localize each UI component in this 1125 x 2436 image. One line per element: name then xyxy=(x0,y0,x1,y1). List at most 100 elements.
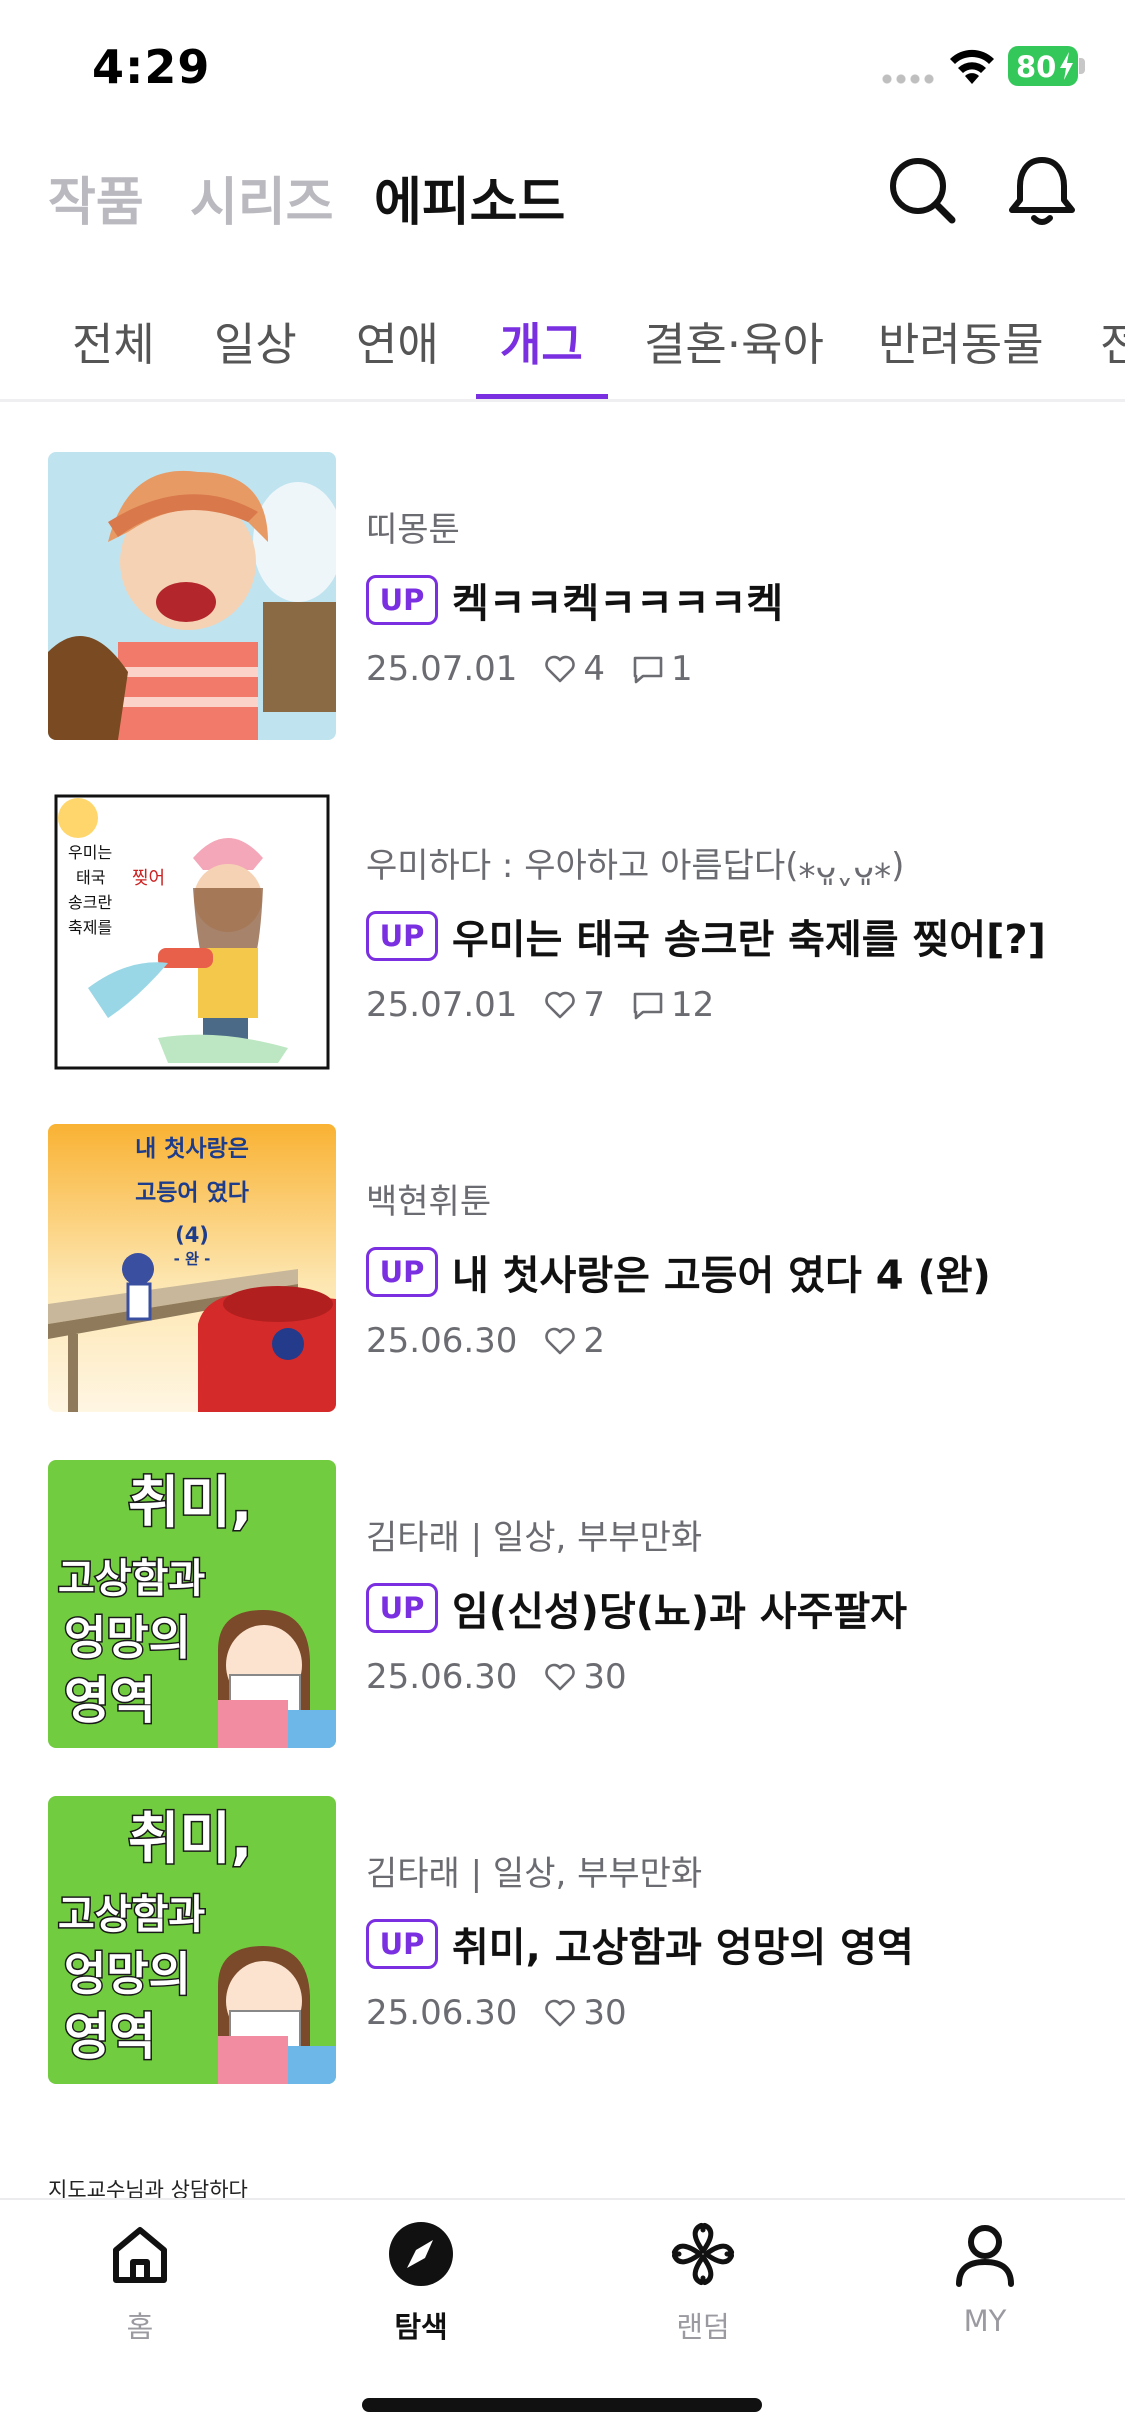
episode-thumbnail[interactable]: 내 첫사랑은 고등어 였다 (4) - 완 - xyxy=(48,1124,336,1412)
status-bar: 4:29 80 xyxy=(0,0,1125,140)
tab-label: MY xyxy=(963,2304,1007,2338)
thumb-text: 송크란 xyxy=(68,893,112,912)
like-count: 2 xyxy=(583,1321,606,1361)
charging-bolt-icon xyxy=(1060,52,1073,80)
comment-icon xyxy=(633,992,663,1020)
episode-meta: 25.06.30 2 xyxy=(366,1319,1106,1363)
signal-icon xyxy=(880,74,936,84)
up-badge: UP xyxy=(366,575,438,625)
episode-thumbnail[interactable] xyxy=(48,452,336,740)
episode-info: 우미하다 : 우아하고 아름답다(⁎ᴗ͈ˬᴗ͈⁎) UP 우미는 태국 송크란 … xyxy=(366,838,1106,1027)
episode-date: 25.06.30 xyxy=(366,1993,518,2033)
thumbnail-image: 취미, 고상함과 엉망의 영역 xyxy=(48,1460,336,1748)
thumb-text: (4) xyxy=(175,1223,209,1247)
thumb-text: 고상함과 xyxy=(58,1892,205,1938)
status-time: 4:29 xyxy=(92,40,211,94)
up-badge: UP xyxy=(366,1583,438,1633)
thumb-text: 영역 xyxy=(64,1672,156,1730)
thumbnail-image: 취미, 고상함과 엉망의 영역 xyxy=(48,1796,336,2084)
thumb-text: 태국 xyxy=(76,868,105,887)
episode-title: 켁ㅋㅋ켁ㅋㅋㅋㅋ켁 xyxy=(452,581,784,627)
thumb-text: 엉망의 xyxy=(64,1611,191,1665)
likes: 7 xyxy=(543,985,605,1025)
category-more[interactable]: 전 xyxy=(1100,308,1125,373)
episode-item[interactable]: 띠몽툰 UP 켁ㅋㅋ켁ㅋㅋㅋㅋ켁 25.07.01 4 1 xyxy=(0,452,1125,752)
episode-date: 25.07.01 xyxy=(366,649,518,689)
category-marriage-parenting[interactable]: 결혼·육아 xyxy=(644,308,824,373)
episode-info: 김타래 | 일상, 부부만화 UP 취미, 고상함과 엉망의 영역 25.06.… xyxy=(366,1846,1106,2035)
category-active-indicator xyxy=(476,394,608,399)
episode-thumbnail[interactable]: 우미는 태국 송크란 축제를 찢어 xyxy=(48,788,336,1076)
comment-count: 12 xyxy=(671,985,715,1025)
thumb-text: 우미는 xyxy=(68,843,112,862)
series-name: 우미하다 : 우아하고 아름답다(⁎ᴗ͈ˬᴗ͈⁎) xyxy=(366,846,905,886)
heart-icon xyxy=(545,655,576,683)
likes: 2 xyxy=(543,1321,605,1361)
likes: 30 xyxy=(543,1657,627,1697)
tab-works[interactable]: 작품 xyxy=(48,160,144,235)
category-tabs: 전체 일상 연애 개그 결혼·육아 반려동물 전 xyxy=(0,290,1125,402)
battery-cap xyxy=(1079,58,1085,74)
category-daily[interactable]: 일상 xyxy=(214,308,297,373)
tab-home[interactable]: 홈 xyxy=(70,2218,210,2346)
tab-explore[interactable]: 탐색 xyxy=(351,2218,491,2346)
likes: 30 xyxy=(543,1993,627,2033)
episode-date: 25.07.01 xyxy=(366,985,518,1025)
thumb-text: 내 첫사랑은 xyxy=(135,1136,249,1162)
comments: 12 xyxy=(631,985,714,1025)
episode-date: 25.06.30 xyxy=(366,1657,518,1697)
like-count: 30 xyxy=(583,1657,627,1697)
episode-title: 임(신성)당(뇨)과 사주팔자 xyxy=(452,1589,908,1635)
series-name: 띠몽툰 xyxy=(366,510,460,550)
series-name: 김타래 | 일상, 부부만화 xyxy=(366,1854,703,1894)
category-all[interactable]: 전체 xyxy=(72,308,155,373)
category-romance[interactable]: 연애 xyxy=(356,308,439,373)
likes: 4 xyxy=(543,649,605,689)
up-badge: UP xyxy=(366,911,438,961)
title-row: UP 취미, 고상함과 엉망의 영역 xyxy=(366,1917,1106,1971)
episode-item[interactable]: 취미, 고상함과 엉망의 영역 김타래 | 일상, 부부만화 UP 임(신성)당… xyxy=(0,1460,1125,1760)
category-pets[interactable]: 반려동물 xyxy=(878,308,1044,373)
tab-label: 홈 xyxy=(126,2310,154,2344)
title-row: UP 우미는 태국 송크란 축제를 찢어[?] xyxy=(366,909,1106,963)
comments: 1 xyxy=(631,649,693,689)
episode-date: 25.06.30 xyxy=(366,1321,518,1361)
episode-item[interactable]: 우미는 태국 송크란 축제를 찢어 우미하다 : 우아하고 아름답다(⁎ᴗ͈ˬᴗ… xyxy=(0,788,1125,1088)
tab-label: 랜덤 xyxy=(676,2310,730,2344)
thumbnail-image xyxy=(48,452,336,740)
clover-icon xyxy=(672,2223,734,2285)
thumb-text: 찢어 xyxy=(132,868,165,889)
episode-thumbnail[interactable]: 취미, 고상함과 엉망의 영역 xyxy=(48,1460,336,1748)
category-gag[interactable]: 개그 xyxy=(500,308,583,373)
heart-icon xyxy=(545,1327,576,1355)
episode-meta: 25.07.01 7 12 xyxy=(366,983,1106,1027)
episode-thumbnail[interactable]: 취미, 고상함과 엉망의 영역 xyxy=(48,1796,336,2084)
thumb-text: 축제를 xyxy=(68,918,112,937)
thumb-text: 엉망의 xyxy=(64,1947,191,2001)
episode-title: 취미, 고상함과 엉망의 영역 xyxy=(452,1925,914,1971)
episode-info: 백현휘툰 UP 내 첫사랑은 고등어 였다 4 (완) 25.06.30 2 xyxy=(366,1174,1106,1363)
heart-icon xyxy=(545,1999,576,2027)
title-row: UP 내 첫사랑은 고등어 였다 4 (완) xyxy=(366,1245,1106,1299)
tab-episodes[interactable]: 에피소드 xyxy=(374,160,565,235)
thumb-text: 영역 xyxy=(64,2008,156,2066)
episode-item[interactable]: 내 첫사랑은 고등어 였다 (4) - 완 - 백현휘툰 UP 내 첫사랑은 고… xyxy=(0,1124,1125,1424)
comment-icon xyxy=(633,656,663,684)
home-indicator[interactable] xyxy=(362,2398,762,2412)
tab-my[interactable]: MY xyxy=(915,2218,1055,2338)
heart-icon xyxy=(545,991,576,1019)
tab-series[interactable]: 시리즈 xyxy=(190,160,334,235)
episode-meta: 25.06.30 30 xyxy=(366,1655,1106,1699)
bell-icon[interactable] xyxy=(1002,150,1082,230)
thumb-text: 취미, xyxy=(128,1471,252,1536)
battery-level: 80 xyxy=(1016,50,1057,84)
up-badge: UP xyxy=(366,1919,438,1969)
compass-icon xyxy=(389,2222,453,2286)
tab-random[interactable]: 랜덤 xyxy=(633,2218,773,2346)
episode-item[interactable]: 취미, 고상함과 엉망의 영역 김타래 | 일상, 부부만화 UP 취미, 고상… xyxy=(0,1796,1125,2096)
search-icon[interactable] xyxy=(882,150,962,230)
episode-info: 띠몽툰 UP 켁ㅋㅋ켁ㅋㅋㅋㅋ켁 25.07.01 4 1 xyxy=(366,502,1106,691)
thumbnail-image: 내 첫사랑은 고등어 였다 (4) - 완 - xyxy=(48,1124,336,1412)
up-badge: UP xyxy=(366,1247,438,1297)
tab-label: 탐색 xyxy=(394,2310,448,2344)
